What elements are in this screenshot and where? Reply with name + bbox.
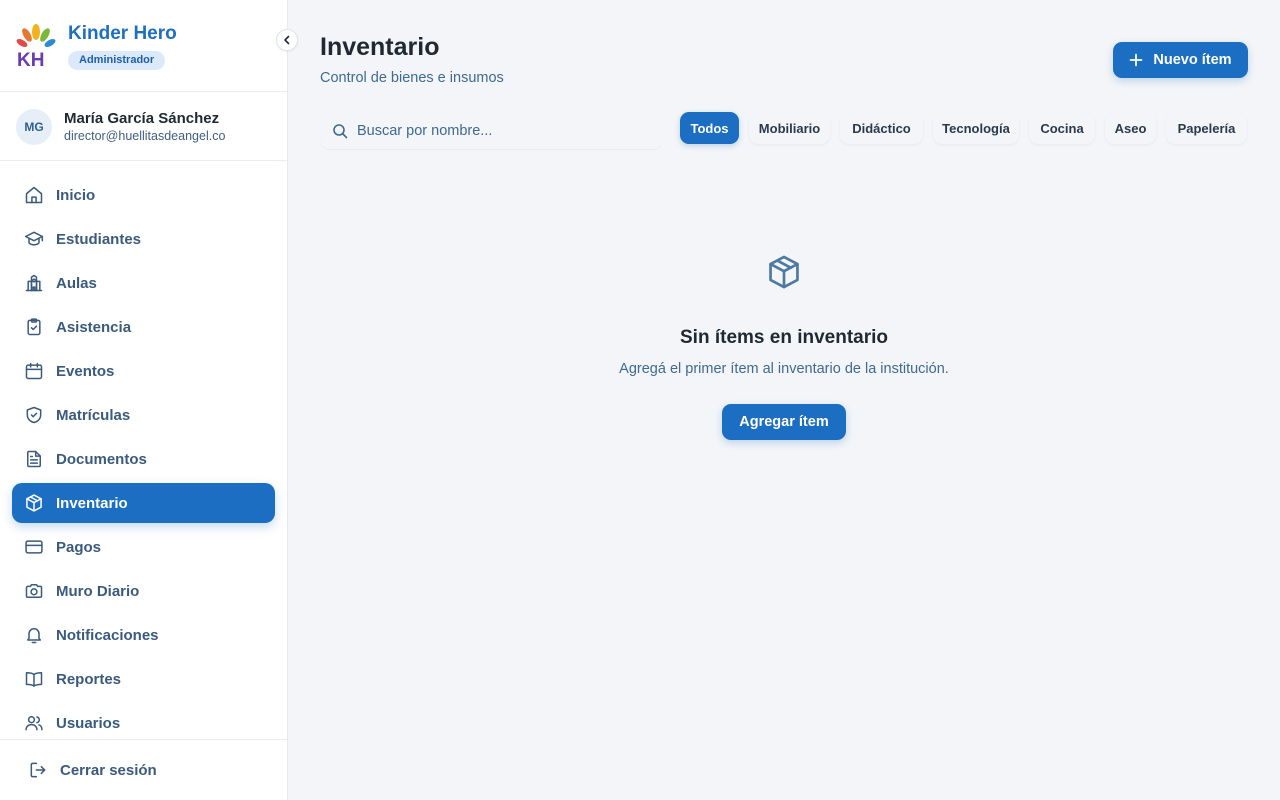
role-badge: Administrador — [68, 51, 166, 70]
sidebar-item-label: Usuarios — [56, 714, 121, 732]
document-icon — [24, 449, 44, 469]
sidebar-item-label: Inventario — [56, 494, 128, 512]
package-icon — [24, 493, 44, 513]
filter-chip-aseo[interactable]: Aseo — [1105, 112, 1156, 144]
page-title: Inventario — [320, 33, 440, 61]
empty-state-text: Agregá el primer ítem al inventario de l… — [619, 361, 949, 377]
kinder-hero-logo: KH — [16, 24, 56, 68]
sidebar-item-documentos[interactable]: Documentos — [12, 439, 275, 479]
sidebar-item-asistencia[interactable]: Asistencia — [12, 307, 275, 347]
user-profile: MG María García Sánchez director@huellit… — [0, 92, 287, 161]
home-icon — [24, 185, 44, 205]
empty-state-title: Sin ítems en inventario — [680, 327, 888, 348]
book-icon — [24, 669, 44, 689]
sidebar-item-usuarios[interactable]: Usuarios — [12, 703, 275, 743]
sidebar-item-reportes[interactable]: Reportes — [12, 659, 275, 699]
user-email: director@huellitasdeangel.co — [64, 129, 226, 143]
logout-icon — [28, 760, 48, 780]
sidebar-item-label: Aulas — [56, 274, 97, 292]
sidebar-item-label: Inicio — [56, 186, 96, 204]
sidebar-item-muro-diario[interactable]: Muro Diario — [12, 571, 275, 611]
sidebar-item-estudiantes[interactable]: Estudiantes — [12, 219, 275, 259]
search-icon — [332, 123, 348, 139]
sidebar: KH Kinder Hero Administrador MG María Ga… — [0, 0, 298, 800]
sidebar-item-label: Estudiantes — [56, 230, 142, 248]
search-box — [320, 112, 663, 149]
sidebar-item-label: Asistencia — [56, 318, 132, 336]
graduation-cap-icon — [24, 229, 44, 249]
bell-icon — [24, 625, 44, 645]
chevron-left-icon — [284, 35, 290, 45]
add-item-button[interactable]: Agregar ítem — [722, 404, 846, 440]
brand-header: KH Kinder Hero Administrador — [0, 0, 287, 92]
search-input[interactable] — [357, 122, 637, 139]
sidebar-item-label: Pagos — [56, 538, 102, 556]
plus-icon — [1129, 53, 1143, 67]
sidebar-item-aulas[interactable]: Aulas — [12, 263, 275, 303]
new-item-label: Nuevo ítem — [1153, 52, 1232, 68]
calendar-icon — [24, 361, 44, 381]
logout-button[interactable]: Cerrar sesión — [16, 750, 271, 790]
avatar: MG — [16, 109, 52, 145]
sidebar-item-label: Eventos — [56, 362, 115, 380]
page-subtitle: Control de bienes e insumos — [320, 70, 504, 86]
sidebar-item-label: Reportes — [56, 670, 122, 688]
filter-chip-todos[interactable]: Todos — [680, 112, 739, 144]
sidebar-item-label: Documentos — [56, 450, 147, 468]
sidebar-item-label: Notificaciones — [56, 626, 159, 644]
logo-letters: KH — [17, 50, 44, 68]
brand-name: Kinder Hero — [68, 23, 177, 44]
sidebar-item-matriculas[interactable]: Matrículas — [12, 395, 275, 435]
school-building-icon — [24, 273, 44, 293]
sidebar-item-pagos[interactable]: Pagos — [12, 527, 275, 567]
credit-card-icon — [24, 537, 44, 557]
collapse-sidebar-button[interactable] — [276, 29, 298, 51]
sidebar-item-label: Muro Diario — [56, 582, 140, 600]
sidebar-item-eventos[interactable]: Eventos — [12, 351, 275, 391]
clipboard-check-icon — [24, 317, 44, 337]
shield-check-icon — [24, 405, 44, 425]
sidebar-item-inventario[interactable]: Inventario — [12, 483, 275, 523]
filter-chip-papeleria[interactable]: Papelería — [1166, 112, 1247, 144]
filter-chip-cocina[interactable]: Cocina — [1029, 112, 1095, 144]
sidebar-item-inicio[interactable]: Inicio — [12, 175, 275, 215]
sidebar-item-notificaciones[interactable]: Notificaciones — [12, 615, 275, 655]
logout-section: Cerrar sesión — [0, 739, 288, 800]
filter-chip-didactico[interactable]: Didáctico — [840, 112, 923, 144]
filter-chip-tecnologia[interactable]: Tecnología — [933, 112, 1019, 144]
sidebar-item-label: Matrículas — [56, 406, 131, 424]
new-item-button[interactable]: Nuevo ítem — [1113, 42, 1248, 78]
logout-label: Cerrar sesión — [60, 761, 157, 779]
package-icon — [769, 255, 799, 289]
user-name: María García Sánchez — [64, 110, 220, 127]
sidebar-nav: Inicio Estudiantes Aulas Asistencia Even… — [12, 175, 275, 747]
filter-chip-mobiliario[interactable]: Mobiliario — [749, 112, 830, 144]
camera-icon — [24, 581, 44, 601]
users-icon — [24, 713, 44, 733]
